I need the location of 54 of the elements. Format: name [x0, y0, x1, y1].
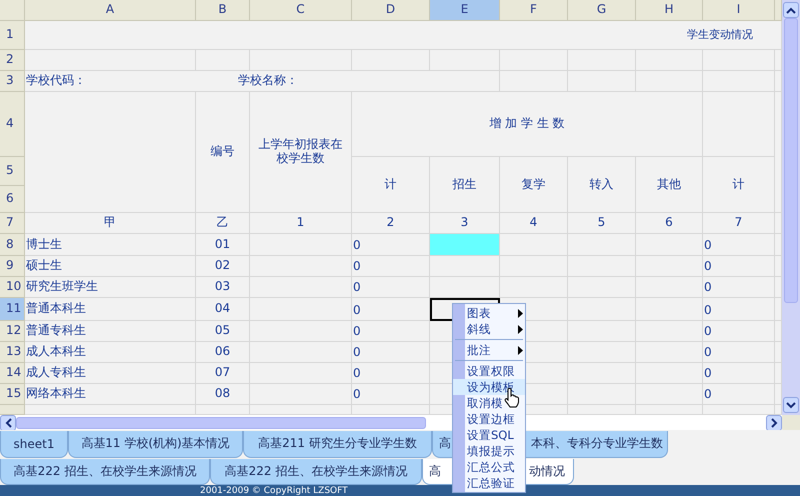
row-label: 网络本科生 — [25, 384, 196, 405]
column-heading: 上学年初报表在校学生数 — [250, 92, 352, 213]
group-heading: 增 加 学 生 数 — [352, 92, 703, 157]
table-cell: 0 — [703, 298, 775, 321]
field-label: 学校名称： — [238, 74, 298, 88]
column-index: 甲 — [25, 213, 196, 234]
column-heading: 其他 — [636, 157, 703, 213]
table-cell: 0 — [352, 234, 430, 256]
column-index: 3 — [430, 213, 500, 234]
column-index: 6 — [636, 213, 703, 234]
table-cell: 0 — [352, 256, 430, 277]
row-label: 普通专科生 — [25, 321, 196, 342]
column-index: 7 — [703, 213, 775, 234]
column-heading: 编号 — [196, 92, 250, 213]
field-label: 学校代码： — [26, 74, 87, 88]
table-cell: 0 — [703, 234, 775, 256]
row-label: 硕士生 — [25, 256, 196, 277]
table-cell: 0 — [352, 384, 430, 405]
column-heading: 计 — [703, 157, 775, 213]
table-cell: 08 — [196, 384, 250, 405]
column-index: 乙 — [196, 213, 250, 234]
table-cell: 0 — [703, 363, 775, 384]
row-label: 成人专科生 — [25, 363, 196, 384]
row-label: 博士生 — [25, 234, 196, 256]
column-index: 1 — [250, 213, 352, 234]
table-cell: 0 — [352, 363, 430, 384]
table-cell: 0 — [703, 342, 775, 363]
table-cell: 01 — [196, 234, 250, 256]
table-cell: 0 — [352, 321, 430, 342]
column-index: 2 — [352, 213, 430, 234]
table-cell: 03 — [196, 277, 250, 298]
table-cell: 05 — [196, 321, 250, 342]
table-cell: 0 — [703, 256, 775, 277]
table-cell: 04 — [196, 298, 250, 321]
table-cell: 0 — [703, 384, 775, 405]
column-index: 5 — [568, 213, 636, 234]
column-heading: 复学 — [500, 157, 568, 213]
table-cell: 0 — [352, 342, 430, 363]
table-cell: 07 — [196, 363, 250, 384]
table-cell: 02 — [196, 256, 250, 277]
copyright-text: 2001-2009 © CopyRight LZSOFT — [200, 486, 348, 496]
table-cell: 0 — [703, 277, 775, 298]
row-label: 成人本科生 — [25, 342, 196, 363]
sheet-title: 学生变动情况 — [25, 21, 782, 50]
table-cell: 06 — [196, 342, 250, 363]
column-index: 4 — [500, 213, 568, 234]
column-heading: 转入 — [568, 157, 636, 213]
row-label: 研究生班学生 — [25, 277, 196, 298]
table-cell: 0 — [703, 321, 775, 342]
row-label: 普通本科生 — [25, 298, 196, 321]
table-cell: 0 — [352, 298, 430, 321]
column-heading: 计 — [352, 157, 430, 213]
table-cell: 0 — [352, 277, 430, 298]
column-heading: 招生 — [430, 157, 500, 213]
